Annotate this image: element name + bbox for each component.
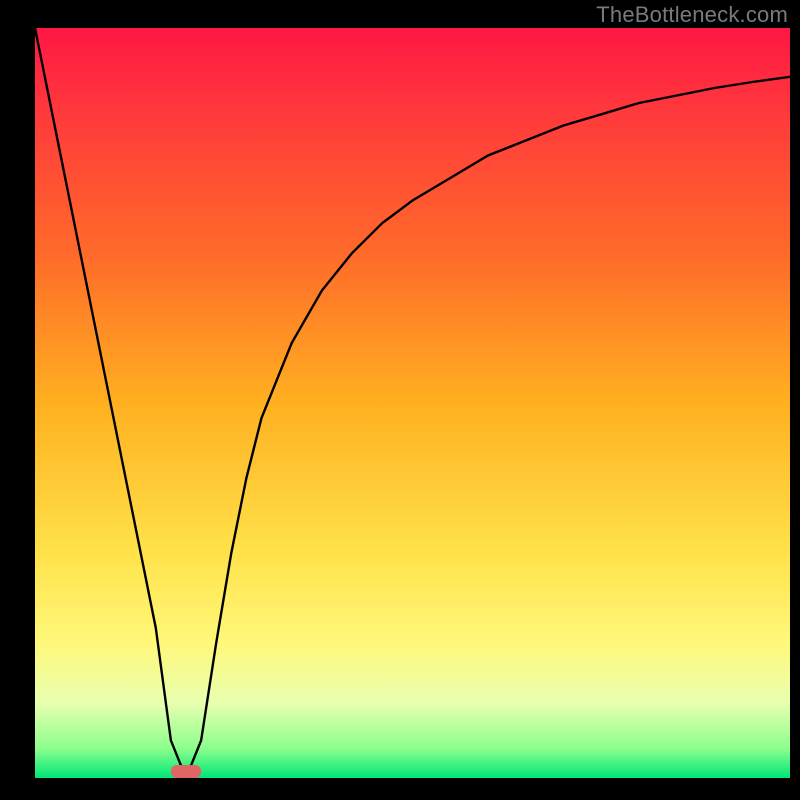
watermark-text: TheBottleneck.com — [596, 2, 788, 28]
optimum-marker — [171, 765, 201, 778]
plot-background — [35, 28, 790, 778]
bottleneck-chart — [0, 0, 800, 800]
chart-frame: TheBottleneck.com — [0, 0, 800, 800]
